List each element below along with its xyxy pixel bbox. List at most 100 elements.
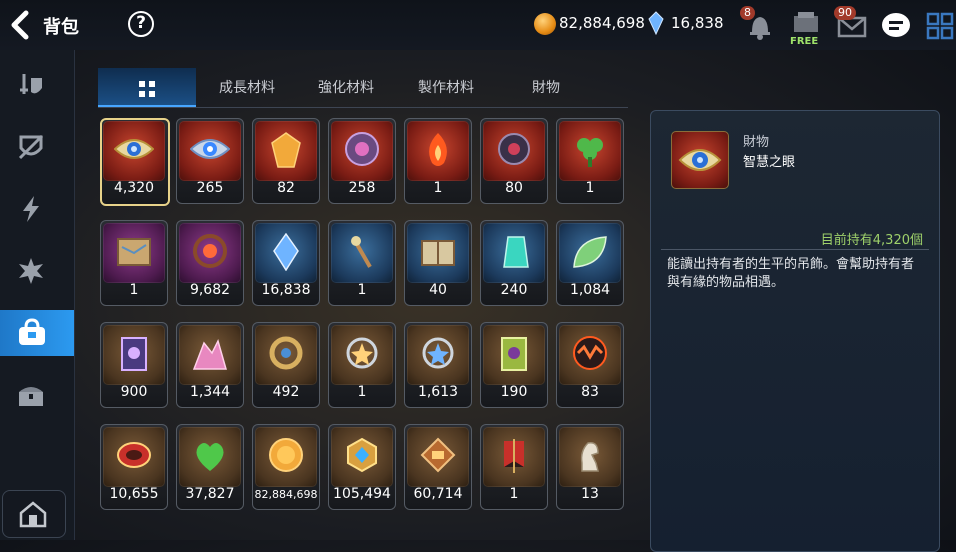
inventory-slot[interactable]: 37,827 — [176, 424, 244, 510]
gold-crystal-icon — [271, 132, 301, 168]
tab-treasure[interactable]: 財物 — [496, 68, 596, 108]
red-bracelet-icon — [117, 442, 151, 468]
detail-divider — [661, 249, 929, 250]
inventory-slot[interactable]: 1,084 — [556, 220, 624, 306]
map-scroll-item — [103, 223, 165, 283]
inventory-slot[interactable]: 83 — [556, 322, 624, 408]
inventory-slot[interactable]: 10,655 — [100, 424, 168, 510]
inventory-slot[interactable]: 1 — [480, 424, 548, 510]
inventory-slot[interactable]: 265 — [176, 118, 244, 204]
blue-star-pendant-icon — [422, 337, 454, 369]
star-pendant-icon — [346, 337, 378, 369]
item-count: 16,838 — [261, 282, 311, 298]
category-tabs: 成長材料 強化材料 製作材料 財物 — [98, 68, 628, 108]
item-count: 83 — [581, 384, 599, 400]
crystal-amount: 16,838 — [671, 14, 724, 32]
eye-amulet-item — [103, 121, 165, 181]
leaf-icon — [573, 236, 607, 268]
clover-pendant-item — [559, 121, 621, 181]
inventory-slot[interactable]: 80 — [480, 118, 548, 204]
sidebar-defense[interactable] — [0, 124, 74, 170]
wand-icon — [351, 236, 372, 268]
green-card-item — [483, 325, 545, 385]
inventory-slot[interactable]: 258 — [328, 118, 396, 204]
inventory-slot[interactable]: 1 — [404, 118, 472, 204]
bag-icon — [19, 318, 45, 345]
inventory-slot[interactable]: 13 — [556, 424, 624, 510]
inventory-slot[interactable]: 4,320 — [100, 118, 170, 206]
item-count: 1 — [129, 282, 139, 298]
purple-disc-icon — [345, 132, 379, 166]
detail-owned-count: 目前持有4,320個 — [820, 233, 923, 248]
house-button[interactable] — [2, 490, 66, 538]
tab-enhance-materials[interactable]: 強化材料 — [296, 68, 396, 108]
dark-pendant-item — [483, 121, 545, 181]
back-arrow-icon[interactable] — [8, 10, 34, 40]
sidebar-bag[interactable] — [0, 310, 74, 356]
red-bracelet-item — [103, 427, 165, 487]
item-count: 9,682 — [189, 282, 231, 298]
item-count: 1,084 — [569, 282, 611, 298]
leaf-item — [559, 223, 621, 283]
chat-icon[interactable] — [878, 8, 914, 42]
inventory-slot[interactable]: 40 — [404, 220, 472, 306]
page-title: 背包 — [43, 17, 79, 38]
item-count: 265 — [196, 180, 224, 196]
crystal-icon — [648, 11, 664, 35]
flower-brooch-icon — [193, 234, 227, 268]
gold-coin-icon — [269, 438, 303, 472]
inventory-slot[interactable]: 190 — [480, 322, 548, 408]
inventory-slot[interactable]: 82,884,698 — [252, 424, 320, 510]
item-count: 190 — [500, 384, 528, 400]
menu-grid-icon[interactable] — [922, 8, 956, 42]
inventory-slot[interactable]: 16,838 — [252, 220, 320, 306]
green-card-icon — [501, 337, 527, 371]
blue-crystal-icon — [273, 233, 299, 271]
house-icon — [19, 501, 47, 528]
item-count: 82 — [277, 180, 295, 196]
dark-pendant-icon — [498, 133, 530, 165]
item-count: 240 — [500, 282, 528, 298]
item-count: 492 — [272, 384, 300, 400]
sidebar-skill[interactable] — [0, 186, 74, 232]
inventory-slot[interactable]: 900 — [100, 322, 168, 408]
inventory-slot[interactable]: 1 — [556, 118, 624, 204]
sidebar-equipment[interactable] — [0, 62, 74, 108]
inventory-slot[interactable]: 9,682 — [176, 220, 244, 306]
sidebar-chest[interactable] — [0, 372, 74, 418]
detail-category: 財物 — [743, 135, 770, 150]
inventory-slot[interactable]: 240 — [480, 220, 548, 306]
inventory-slot[interactable]: 492 — [252, 322, 320, 408]
help-icon[interactable]: ? — [128, 11, 154, 37]
item-count: 1 — [357, 384, 367, 400]
tab-growth-materials[interactable]: 成長材料 — [198, 68, 296, 108]
gold-ring-item — [255, 325, 317, 385]
inventory-slot[interactable]: 105,494 — [328, 424, 396, 510]
item-count: 105,494 — [333, 486, 391, 502]
item-count: 1 — [509, 486, 519, 502]
item-count: 1,613 — [417, 384, 459, 400]
inventory-slot[interactable]: 1,613 — [404, 322, 472, 408]
item-count: 82,884,698 — [254, 488, 318, 501]
clover-pendant-icon — [577, 138, 603, 167]
inventory-slot[interactable]: 1 — [328, 220, 396, 306]
sidebar-rune[interactable] — [0, 248, 74, 294]
blue-star-pendant-item — [407, 325, 469, 385]
inventory-slot[interactable]: 60,714 — [404, 424, 472, 510]
eye-amulet-icon — [678, 149, 722, 171]
inventory-slot[interactable]: 1 — [100, 220, 168, 306]
banner-item — [483, 427, 545, 487]
map-scroll-icon — [117, 238, 151, 266]
flame-pendant-icon — [429, 133, 447, 166]
inventory-slot[interactable]: 82 — [252, 118, 320, 204]
pink-ore-icon — [192, 338, 227, 370]
item-count: 80 — [505, 180, 523, 196]
book-item — [407, 223, 469, 283]
banner-icon — [504, 439, 524, 473]
inventory-slot[interactable]: 1 — [328, 322, 396, 408]
flower-brooch-item — [179, 223, 241, 283]
tab-crafting-materials[interactable]: 製作材料 — [396, 68, 496, 108]
inventory-slot[interactable]: 1,344 — [176, 322, 244, 408]
blue-crystal-item — [255, 223, 317, 283]
tab-all[interactable] — [98, 68, 196, 108]
